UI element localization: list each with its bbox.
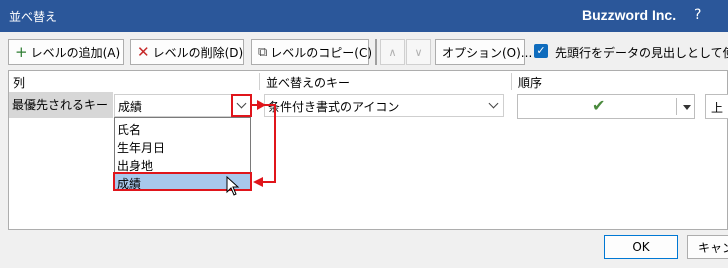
ok-button[interactable]: OK: [604, 235, 678, 259]
mouse-cursor-icon: [226, 176, 240, 196]
cancel-button[interactable]: キャンセル: [687, 235, 728, 259]
ok-label: OK: [632, 240, 650, 254]
cancel-label: キャンセル: [698, 240, 728, 255]
annotation-arrow: [252, 100, 276, 187]
